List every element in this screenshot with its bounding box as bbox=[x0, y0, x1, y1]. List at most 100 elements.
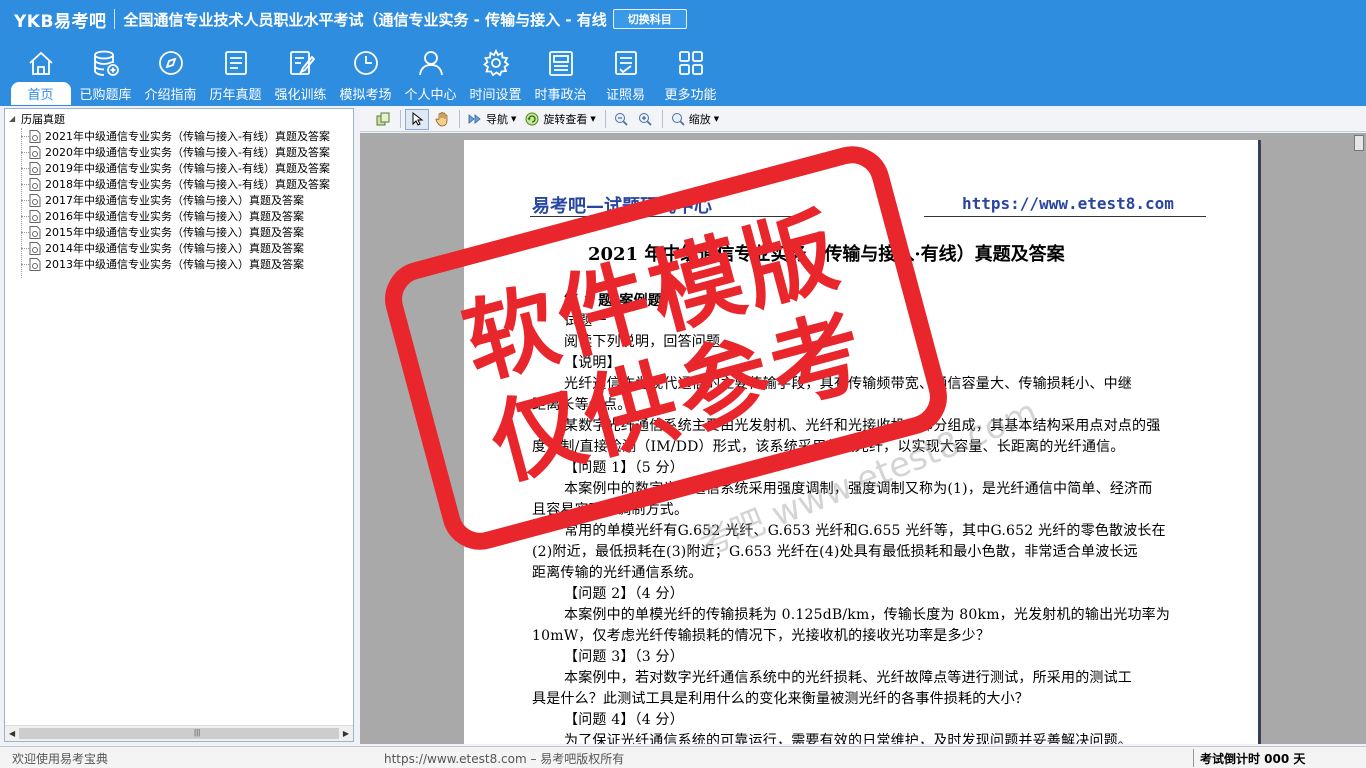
doc-line: 阅读下列说明，回答问题。 bbox=[564, 334, 735, 350]
paper-tree-panel: ◢ 历届真题 2021年中级通信专业实务（传输与接入-有线）真题及答案 2020… bbox=[4, 108, 354, 742]
gear-icon bbox=[481, 48, 511, 78]
document-icon bbox=[29, 193, 41, 207]
dropdown-icon: ▼ bbox=[511, 115, 517, 123]
doc-line: 本案例中，若对数字光纤通信系统中的光纤损耗、光纤故障点等进行测试，所采用的测试工 bbox=[564, 670, 1132, 686]
zoom-in-button[interactable] bbox=[634, 109, 656, 130]
nav-item-profile[interactable]: 个人中心 bbox=[398, 46, 463, 104]
zoom-out-icon bbox=[614, 113, 628, 126]
zoom-out-button[interactable] bbox=[610, 109, 632, 130]
double-arrow-right-icon bbox=[468, 114, 481, 124]
horizontal-scrollbar[interactable]: ◀ ||| ▶ bbox=[5, 725, 353, 741]
nav-label: 时事政治 bbox=[534, 88, 587, 103]
nav-item-home[interactable]: 首页 bbox=[8, 46, 73, 105]
tree-root-label: 历届真题 bbox=[21, 113, 65, 126]
nav-item-purchased[interactable]: 已购题库 bbox=[73, 46, 138, 104]
status-bar: 欢迎使用易考宝典 https://www.etest8.com – 易考吧版权所… bbox=[0, 746, 1366, 768]
nav-item-training[interactable]: 强化训练 bbox=[268, 46, 333, 104]
document-icon bbox=[29, 129, 41, 143]
doc-line: 某数字光纤通信系统主要由光发射机、光纤和光接收机三部分组成，其基本结构采用点对点… bbox=[564, 418, 1161, 434]
doc-line: 距离传输的光纤通信系统。 bbox=[532, 565, 703, 581]
document-icon bbox=[29, 241, 41, 255]
nav-item-certificate[interactable]: 证照易 bbox=[593, 46, 658, 104]
collapse-icon[interactable]: ◢ bbox=[9, 114, 18, 124]
doc-line: 【问题 2】（4 分） bbox=[564, 586, 684, 602]
nav-label: 历年真题 bbox=[209, 88, 262, 103]
tree-item[interactable]: 2017年中级通信专业实务（传输与接入）真题及答案 bbox=[19, 192, 330, 208]
dropdown-icon: ▼ bbox=[713, 115, 720, 123]
grid-icon bbox=[676, 48, 706, 78]
nav-item-guide[interactable]: 介绍指南 bbox=[138, 46, 203, 104]
nav-label: 介绍指南 bbox=[144, 88, 197, 103]
doc-line: 度调制/直接检测（IM/DD）形式，该系统采用单模光纤，以实现大容量、长距离的光… bbox=[532, 439, 1125, 455]
doc-line: 【问题 1】（5 分） bbox=[564, 460, 684, 476]
doc-line: 【问题 3】（3 分） bbox=[564, 649, 684, 665]
rotate-view-button[interactable]: 旋转查看 ▼ bbox=[521, 109, 598, 130]
title-row: YKB易考吧 全国通信专业技术人员职业水平考试（通信专业实务 - 传输与接入 -… bbox=[0, 0, 1366, 38]
doc-line: 【问题 4】（4 分） bbox=[564, 712, 684, 728]
nav-item-time-settings[interactable]: 时间设置 bbox=[463, 46, 528, 104]
edit-doc-icon bbox=[286, 48, 316, 78]
navigate-button[interactable]: 导航 ▼ bbox=[464, 109, 519, 130]
scroll-left-icon[interactable]: ◀ bbox=[9, 729, 15, 738]
clock-icon bbox=[351, 48, 381, 78]
tree-children: 2021年中级通信专业实务（传输与接入-有线）真题及答案 2020年中级通信专业… bbox=[19, 128, 330, 278]
user-icon bbox=[416, 48, 446, 78]
home-icon bbox=[26, 48, 56, 78]
document-icon bbox=[29, 225, 41, 239]
nav-label: 已购题库 bbox=[79, 88, 132, 103]
tree-item[interactable]: 2014年中级通信专业实务（传输与接入）真题及答案 bbox=[19, 240, 330, 256]
doc-line: (2)附近，最低损耗在(3)附近；G.653 光纤在(4)处具有最低损耗和最小色… bbox=[532, 544, 1138, 560]
document-viewer[interactable]: 易考吧—试题研究中心 https://www.etest8.com 2021 年… bbox=[360, 133, 1366, 744]
nav-item-more[interactable]: 更多功能 bbox=[658, 46, 723, 104]
status-copyright: https://www.etest8.com – 易考吧版权所有 bbox=[384, 752, 625, 766]
doc-line: 常用的单模光纤有G.652 光纤、G.653 光纤和G.655 光纤等，其中G.… bbox=[564, 523, 1166, 539]
document-page: 易考吧—试题研究中心 https://www.etest8.com 2021 年… bbox=[464, 140, 1260, 744]
doc-line: 本案例中的数字光纤通信系统采用强度调制，强度调制又称为(1)，是光纤通信中简单、… bbox=[564, 481, 1153, 497]
nav-item-past-papers[interactable]: 历年真题 bbox=[203, 46, 268, 104]
doc-header-url: https://www.etest8.com bbox=[962, 194, 1174, 213]
app-header: YKB易考吧 全国通信专业技术人员职业水平考试（通信专业实务 - 传输与接入 -… bbox=[0, 0, 1366, 106]
doc-line: 光纤通信作为现代通信的主要传输手段，具有传输频带宽、通信容量大、传输损耗小、中继 bbox=[564, 376, 1132, 392]
hand-icon bbox=[435, 112, 448, 127]
nav-label: 时间设置 bbox=[469, 88, 522, 103]
tree-item[interactable]: 2013年中级通信专业实务（传输与接入）真题及答案 bbox=[19, 256, 330, 272]
magnifier-icon bbox=[671, 113, 685, 126]
scroll-right-icon[interactable]: ▶ bbox=[343, 729, 349, 738]
certificate-icon bbox=[611, 48, 641, 78]
nav-label: 更多功能 bbox=[664, 88, 717, 103]
rotate-icon bbox=[525, 112, 539, 126]
document-icon bbox=[29, 257, 41, 271]
news-icon bbox=[546, 48, 576, 78]
tree-root[interactable]: ◢ 历届真题 bbox=[9, 112, 65, 126]
switch-subject-button[interactable]: 切换科目 bbox=[612, 9, 687, 29]
tree-item[interactable]: 2018年中级通信专业实务（传输与接入-有线）真题及答案 bbox=[19, 176, 330, 192]
pages-icon bbox=[376, 112, 390, 126]
tree-item[interactable]: 2020年中级通信专业实务（传输与接入-有线）真题及答案 bbox=[19, 144, 330, 160]
nav-item-mock-exam[interactable]: 模拟考场 bbox=[333, 46, 398, 104]
compass-icon bbox=[156, 48, 186, 78]
doc-line: 为了保证光纤通信系统的可靠运行，需要有效的日常维护，及时发现问题并妥善解决问题。 bbox=[564, 733, 1132, 744]
tree-item[interactable]: 2019年中级通信专业实务（传输与接入-有线）真题及答案 bbox=[19, 160, 330, 176]
nav-label: 证照易 bbox=[605, 88, 645, 103]
pages-button[interactable] bbox=[372, 109, 394, 130]
doc-line: 试题一 bbox=[564, 313, 607, 329]
grip-icon: ||| bbox=[194, 728, 201, 737]
nav-item-current-affairs[interactable]: 时事政治 bbox=[528, 46, 593, 104]
hand-tool-button[interactable] bbox=[431, 109, 453, 130]
zoom-button[interactable]: 缩放 ▼ bbox=[667, 109, 722, 130]
dropdown-icon: ▼ bbox=[590, 115, 596, 123]
select-tool-button[interactable] bbox=[405, 108, 429, 130]
doc-line: 本案例中的单模光纤的传输损耗为 0.125dB/km，传输长度为 80km，光发… bbox=[564, 607, 1171, 623]
tree-item[interactable]: 2021年中级通信专业实务（传输与接入-有线）真题及答案 bbox=[19, 128, 330, 144]
tree-item[interactable]: 2016年中级通信专业实务（传输与接入）真题及答案 bbox=[19, 208, 330, 224]
vertical-scrollbar[interactable] bbox=[1354, 135, 1364, 151]
tree-item[interactable]: 2015年中级通信专业实务（传输与接入）真题及答案 bbox=[19, 224, 330, 240]
scrollbar-thumb[interactable]: ||| bbox=[19, 728, 339, 739]
viewer-toolbar: 导航 ▼ 旋转查看 ▼ 缩放 ▼ bbox=[360, 107, 1366, 132]
doc-line: 【说明】 bbox=[564, 355, 621, 371]
document-icon bbox=[29, 145, 41, 159]
doc-line: 距离长等优点。 bbox=[532, 397, 632, 413]
document-title: 2021 年中级通信专业实务（传输与接入·有线）真题及答案 bbox=[588, 244, 1065, 265]
title-divider bbox=[114, 9, 116, 29]
database-add-icon bbox=[91, 48, 121, 78]
